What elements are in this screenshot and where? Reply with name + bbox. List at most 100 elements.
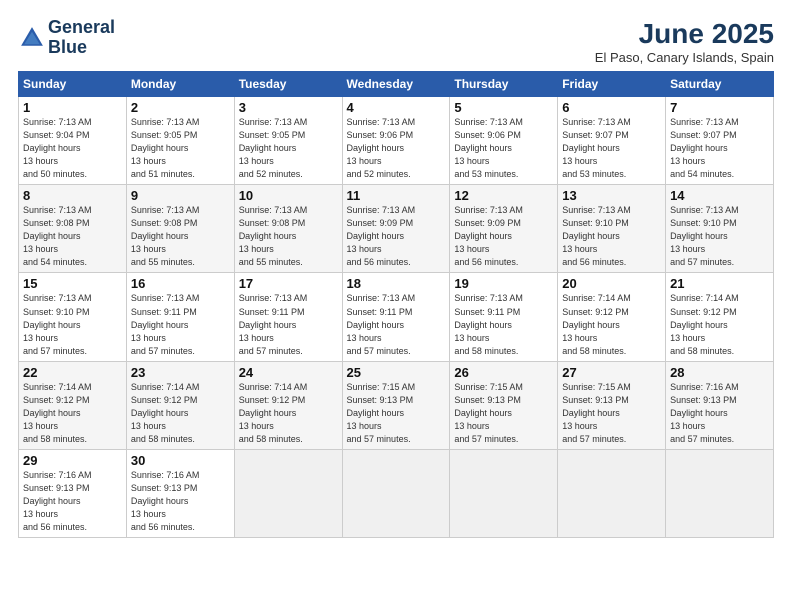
calendar-header-friday: Friday [558, 72, 666, 97]
calendar-cell: 18Sunrise: 7:13 AMSunset: 9:11 PMDayligh… [342, 273, 450, 361]
day-number: 15 [23, 276, 122, 291]
calendar-cell: 24Sunrise: 7:14 AMSunset: 9:12 PMDayligh… [234, 361, 342, 449]
day-info: Sunrise: 7:15 AMSunset: 9:13 PMDaylight … [347, 381, 446, 446]
day-number: 13 [562, 188, 661, 203]
calendar-header-monday: Monday [126, 72, 234, 97]
day-number: 2 [131, 100, 230, 115]
day-info: Sunrise: 7:13 AMSunset: 9:05 PMDaylight … [131, 116, 230, 181]
day-info: Sunrise: 7:13 AMSunset: 9:09 PMDaylight … [454, 204, 553, 269]
calendar-cell [666, 449, 774, 537]
day-number: 30 [131, 453, 230, 468]
day-info: Sunrise: 7:16 AMSunset: 9:13 PMDaylight … [670, 381, 769, 446]
day-number: 3 [239, 100, 338, 115]
day-info: Sunrise: 7:13 AMSunset: 9:09 PMDaylight … [347, 204, 446, 269]
calendar-cell: 28Sunrise: 7:16 AMSunset: 9:13 PMDayligh… [666, 361, 774, 449]
day-number: 18 [347, 276, 446, 291]
day-number: 14 [670, 188, 769, 203]
day-info: Sunrise: 7:13 AMSunset: 9:07 PMDaylight … [670, 116, 769, 181]
day-info: Sunrise: 7:13 AMSunset: 9:08 PMDaylight … [23, 204, 122, 269]
calendar-cell: 8Sunrise: 7:13 AMSunset: 9:08 PMDaylight… [19, 185, 127, 273]
calendar-week-1: 1Sunrise: 7:13 AMSunset: 9:04 PMDaylight… [19, 97, 774, 185]
calendar-cell: 11Sunrise: 7:13 AMSunset: 9:09 PMDayligh… [342, 185, 450, 273]
day-number: 26 [454, 365, 553, 380]
day-info: Sunrise: 7:16 AMSunset: 9:13 PMDaylight … [23, 469, 122, 534]
calendar-cell: 29Sunrise: 7:16 AMSunset: 9:13 PMDayligh… [19, 449, 127, 537]
day-info: Sunrise: 7:13 AMSunset: 9:06 PMDaylight … [347, 116, 446, 181]
calendar-cell [558, 449, 666, 537]
day-info: Sunrise: 7:14 AMSunset: 9:12 PMDaylight … [562, 292, 661, 357]
day-number: 20 [562, 276, 661, 291]
day-info: Sunrise: 7:13 AMSunset: 9:07 PMDaylight … [562, 116, 661, 181]
calendar-header-sunday: Sunday [19, 72, 127, 97]
day-number: 19 [454, 276, 553, 291]
calendar-week-4: 22Sunrise: 7:14 AMSunset: 9:12 PMDayligh… [19, 361, 774, 449]
calendar-cell: 13Sunrise: 7:13 AMSunset: 9:10 PMDayligh… [558, 185, 666, 273]
day-info: Sunrise: 7:14 AMSunset: 9:12 PMDaylight … [670, 292, 769, 357]
calendar-week-5: 29Sunrise: 7:16 AMSunset: 9:13 PMDayligh… [19, 449, 774, 537]
day-info: Sunrise: 7:13 AMSunset: 9:11 PMDaylight … [347, 292, 446, 357]
day-number: 17 [239, 276, 338, 291]
day-info: Sunrise: 7:13 AMSunset: 9:11 PMDaylight … [239, 292, 338, 357]
calendar-cell: 12Sunrise: 7:13 AMSunset: 9:09 PMDayligh… [450, 185, 558, 273]
calendar-cell: 15Sunrise: 7:13 AMSunset: 9:10 PMDayligh… [19, 273, 127, 361]
day-info: Sunrise: 7:14 AMSunset: 9:12 PMDaylight … [23, 381, 122, 446]
day-info: Sunrise: 7:13 AMSunset: 9:08 PMDaylight … [131, 204, 230, 269]
calendar-cell: 9Sunrise: 7:13 AMSunset: 9:08 PMDaylight… [126, 185, 234, 273]
day-number: 23 [131, 365, 230, 380]
calendar-cell: 22Sunrise: 7:14 AMSunset: 9:12 PMDayligh… [19, 361, 127, 449]
day-number: 29 [23, 453, 122, 468]
calendar-cell: 19Sunrise: 7:13 AMSunset: 9:11 PMDayligh… [450, 273, 558, 361]
calendar-cell: 20Sunrise: 7:14 AMSunset: 9:12 PMDayligh… [558, 273, 666, 361]
month-title: June 2025 [595, 18, 774, 50]
calendar-cell: 26Sunrise: 7:15 AMSunset: 9:13 PMDayligh… [450, 361, 558, 449]
calendar-header-wednesday: Wednesday [342, 72, 450, 97]
logo-text: General Blue [48, 18, 115, 58]
day-info: Sunrise: 7:13 AMSunset: 9:10 PMDaylight … [23, 292, 122, 357]
calendar-cell [342, 449, 450, 537]
calendar-cell: 17Sunrise: 7:13 AMSunset: 9:11 PMDayligh… [234, 273, 342, 361]
day-info: Sunrise: 7:13 AMSunset: 9:10 PMDaylight … [670, 204, 769, 269]
day-number: 10 [239, 188, 338, 203]
page: General Blue June 2025 El Paso, Canary I… [0, 0, 792, 612]
day-number: 8 [23, 188, 122, 203]
day-number: 21 [670, 276, 769, 291]
day-info: Sunrise: 7:15 AMSunset: 9:13 PMDaylight … [562, 381, 661, 446]
day-number: 22 [23, 365, 122, 380]
calendar-cell: 16Sunrise: 7:13 AMSunset: 9:11 PMDayligh… [126, 273, 234, 361]
day-number: 16 [131, 276, 230, 291]
calendar-cell: 21Sunrise: 7:14 AMSunset: 9:12 PMDayligh… [666, 273, 774, 361]
day-info: Sunrise: 7:13 AMSunset: 9:10 PMDaylight … [562, 204, 661, 269]
day-number: 25 [347, 365, 446, 380]
calendar-cell [234, 449, 342, 537]
day-number: 4 [347, 100, 446, 115]
calendar-cell: 3Sunrise: 7:13 AMSunset: 9:05 PMDaylight… [234, 97, 342, 185]
day-number: 1 [23, 100, 122, 115]
calendar-cell: 7Sunrise: 7:13 AMSunset: 9:07 PMDaylight… [666, 97, 774, 185]
header: General Blue June 2025 El Paso, Canary I… [18, 18, 774, 65]
day-info: Sunrise: 7:14 AMSunset: 9:12 PMDaylight … [131, 381, 230, 446]
day-info: Sunrise: 7:14 AMSunset: 9:12 PMDaylight … [239, 381, 338, 446]
calendar-cell: 1Sunrise: 7:13 AMSunset: 9:04 PMDaylight… [19, 97, 127, 185]
logo-icon [18, 24, 46, 52]
calendar-cell: 2Sunrise: 7:13 AMSunset: 9:05 PMDaylight… [126, 97, 234, 185]
day-number: 9 [131, 188, 230, 203]
day-info: Sunrise: 7:16 AMSunset: 9:13 PMDaylight … [131, 469, 230, 534]
calendar-cell: 4Sunrise: 7:13 AMSunset: 9:06 PMDaylight… [342, 97, 450, 185]
day-info: Sunrise: 7:13 AMSunset: 9:06 PMDaylight … [454, 116, 553, 181]
title-area: June 2025 El Paso, Canary Islands, Spain [595, 18, 774, 65]
calendar-cell: 5Sunrise: 7:13 AMSunset: 9:06 PMDaylight… [450, 97, 558, 185]
day-number: 12 [454, 188, 553, 203]
calendar-header-saturday: Saturday [666, 72, 774, 97]
calendar-cell: 27Sunrise: 7:15 AMSunset: 9:13 PMDayligh… [558, 361, 666, 449]
day-number: 11 [347, 188, 446, 203]
day-info: Sunrise: 7:13 AMSunset: 9:04 PMDaylight … [23, 116, 122, 181]
day-number: 27 [562, 365, 661, 380]
calendar-header-row: SundayMondayTuesdayWednesdayThursdayFrid… [19, 72, 774, 97]
day-number: 28 [670, 365, 769, 380]
calendar-cell [450, 449, 558, 537]
calendar-week-2: 8Sunrise: 7:13 AMSunset: 9:08 PMDaylight… [19, 185, 774, 273]
day-info: Sunrise: 7:13 AMSunset: 9:08 PMDaylight … [239, 204, 338, 269]
calendar-week-3: 15Sunrise: 7:13 AMSunset: 9:10 PMDayligh… [19, 273, 774, 361]
calendar-cell: 14Sunrise: 7:13 AMSunset: 9:10 PMDayligh… [666, 185, 774, 273]
day-number: 24 [239, 365, 338, 380]
